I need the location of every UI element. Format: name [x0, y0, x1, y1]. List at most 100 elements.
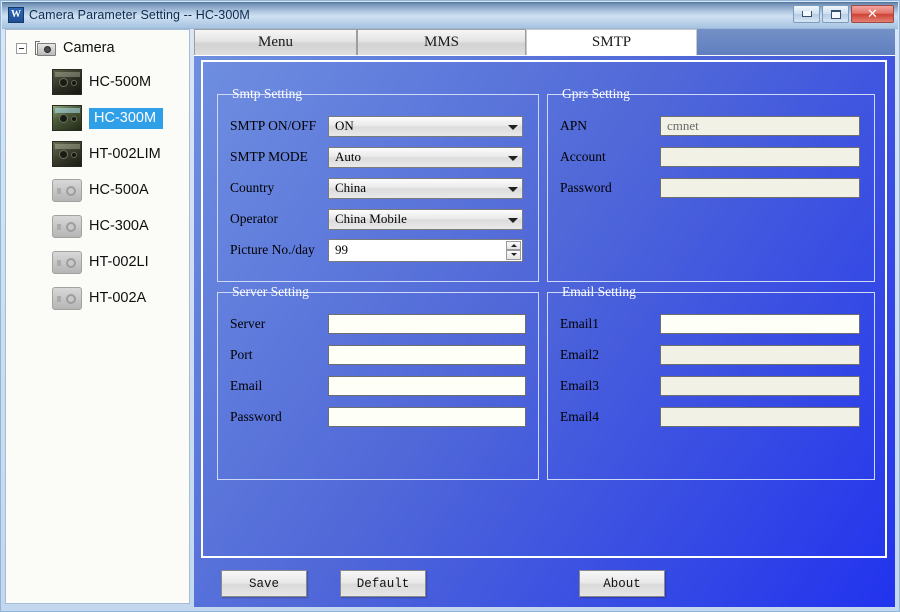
stepper-down-icon[interactable] [506, 250, 521, 260]
window-content: Camera HC-500M HC-300M HT-002LIM HC-500A… [2, 29, 898, 611]
label-port: Port [230, 347, 253, 362]
group-title-gprs: Gprs Setting [562, 86, 630, 101]
field-smtp-mode: SMTP MODE Auto [218, 146, 538, 168]
tree-item-hc300m[interactable]: HC-300M [6, 103, 189, 133]
input-server-password[interactable] [328, 407, 526, 427]
field-email2: Email2 [548, 344, 874, 366]
select-country-value: China [335, 180, 367, 195]
minimize-button[interactable] [793, 5, 820, 23]
label-operator: Operator [230, 211, 278, 226]
field-email4: Email4 [548, 406, 874, 428]
tab-menu[interactable]: Menu [194, 29, 357, 55]
input-email1[interactable] [660, 314, 860, 334]
window-controls: ✕ [793, 5, 894, 23]
chevron-down-icon [508, 186, 518, 192]
camera-photo-icon [52, 105, 82, 131]
label-server: Server [230, 316, 266, 331]
group-smtp-setting: Smtp Setting SMTP ON/OFF ON SMTP MODE Au… [217, 86, 539, 282]
field-server: Server [218, 313, 538, 335]
label-picture-per-day: Picture No./day [230, 242, 315, 257]
tree-item-label: HT-002A [89, 290, 147, 306]
field-email1: Email1 [548, 313, 874, 335]
stepper-buttons [506, 240, 521, 260]
about-button[interactable]: About [579, 570, 665, 597]
label-email3: Email3 [560, 378, 599, 393]
camera-placeholder-icon [52, 286, 82, 310]
field-smtp-onoff: SMTP ON/OFF ON [218, 115, 538, 137]
camera-root-icon [35, 39, 57, 57]
field-gprs-password: Password [548, 177, 874, 199]
label-server-email: Email [230, 378, 263, 393]
group-server-setting: Server Setting Server Port Email Passwor… [217, 284, 539, 480]
select-smtp-mode-value: Auto [335, 149, 361, 164]
select-smtp-mode[interactable]: Auto [328, 146, 523, 168]
tree-item-label: HT-002LI [89, 254, 149, 270]
field-gprs-account: Account [548, 146, 874, 168]
maximize-button[interactable] [822, 5, 849, 23]
w-logo-icon: W [8, 7, 24, 23]
tree-root-camera[interactable]: Camera [6, 35, 189, 61]
input-email3[interactable] [660, 376, 860, 396]
tree-item-ht002a[interactable]: HT-002A [6, 283, 189, 313]
default-button[interactable]: Default [340, 570, 426, 597]
settings-container: Smtp Setting SMTP ON/OFF ON SMTP MODE Au… [201, 60, 887, 558]
label-email2: Email2 [560, 347, 599, 362]
select-country[interactable]: China [328, 177, 523, 199]
stepper-picture-per-day-value: 99 [335, 242, 348, 257]
tree-root-label: Camera [63, 40, 115, 56]
group-email-setting: Email Setting Email1 Email2 Email3 Email… [547, 284, 875, 480]
tab-mms[interactable]: MMS [357, 29, 526, 55]
collapse-toggle-icon[interactable] [16, 42, 27, 54]
input-server[interactable] [328, 314, 526, 334]
field-operator: Operator China Mobile [218, 208, 538, 230]
field-port: Port [218, 344, 538, 366]
field-server-email: Email [218, 375, 538, 397]
smtp-tab-panel: Smtp Setting SMTP ON/OFF ON SMTP MODE Au… [194, 55, 895, 607]
camera-tree-sidebar[interactable]: Camera HC-500M HC-300M HT-002LIM HC-500A… [5, 29, 190, 604]
stepper-up-icon[interactable] [506, 240, 521, 250]
close-icon: ✕ [867, 6, 878, 22]
camera-placeholder-icon [52, 214, 82, 238]
input-apn[interactable]: cmnet [660, 116, 860, 136]
label-email1: Email1 [560, 316, 599, 331]
group-title-email: Email Setting [562, 284, 636, 299]
tree-item-hc500a[interactable]: HC-500A [6, 175, 189, 205]
tree-item-label: HT-002LIM [89, 146, 161, 162]
group-gprs-setting: Gprs Setting APN cmnet Account Password [547, 86, 875, 282]
minimize-icon [801, 11, 812, 17]
save-button[interactable]: Save [221, 570, 307, 597]
label-apn: APN [560, 118, 588, 133]
label-country: Country [230, 180, 275, 195]
input-gprs-password[interactable] [660, 178, 860, 198]
action-button-bar: Save Default About [194, 562, 895, 608]
tree-item-ht002lim[interactable]: HT-002LIM [6, 139, 189, 169]
select-operator-value: China Mobile [335, 211, 407, 226]
camera-placeholder-icon [52, 178, 82, 202]
input-port[interactable] [328, 345, 526, 365]
tree-item-label: HC-500A [89, 182, 149, 198]
label-gprs-password: Password [560, 180, 612, 195]
select-smtp-onoff[interactable]: ON [328, 115, 523, 137]
tree-item-label-selected: HC-300M [89, 107, 164, 129]
tree-item-hc500m[interactable]: HC-500M [6, 67, 189, 97]
tree-item-hc300a[interactable]: HC-300A [6, 211, 189, 241]
input-email2[interactable] [660, 345, 860, 365]
tree-item-ht002li[interactable]: HT-002LI [6, 247, 189, 277]
field-email3: Email3 [548, 375, 874, 397]
camera-placeholder-icon [52, 250, 82, 274]
input-email4[interactable] [660, 407, 860, 427]
stepper-picture-per-day[interactable]: 99 [328, 238, 523, 262]
field-picture-per-day: Picture No./day 99 [218, 238, 538, 262]
chevron-down-icon [508, 124, 518, 130]
tree-item-label: HC-500M [89, 74, 152, 90]
select-smtp-onoff-value: ON [335, 118, 354, 133]
tree-item-label: HC-300A [89, 218, 149, 234]
input-server-email[interactable] [328, 376, 526, 396]
select-operator[interactable]: China Mobile [328, 208, 523, 230]
tab-smtp[interactable]: SMTP [526, 29, 697, 55]
input-apn-value: cmnet [667, 118, 699, 133]
group-title-smtp: Smtp Setting [232, 86, 303, 101]
close-button[interactable]: ✕ [851, 5, 894, 23]
group-title-server: Server Setting [232, 284, 309, 299]
input-gprs-account[interactable] [660, 147, 860, 167]
